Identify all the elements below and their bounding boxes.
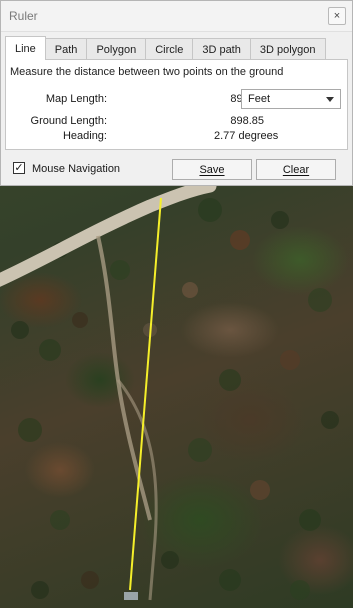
units-dropdown[interactable]: Feet xyxy=(241,89,341,109)
clear-button[interactable]: Clear xyxy=(256,159,336,180)
chevron-down-icon xyxy=(326,96,334,102)
tab-path[interactable]: Path xyxy=(44,38,88,60)
tab-polygon[interactable]: Polygon xyxy=(86,38,147,60)
heading-value: 2.77 degrees xyxy=(214,130,279,142)
tab-circle[interactable]: Circle xyxy=(145,38,194,60)
map-length-row: Map Length: 894.09 Feet xyxy=(6,89,347,109)
map-length-label: Map Length: xyxy=(45,93,107,105)
mouse-navigation-label[interactable]: Mouse Navigation xyxy=(32,163,120,175)
ground-length-value: 898.85 xyxy=(230,115,264,127)
heading-label: Heading: xyxy=(62,130,107,142)
checkmark-icon: ✓ xyxy=(14,161,24,174)
close-icon[interactable]: × xyxy=(328,7,346,25)
tab-line[interactable]: Line xyxy=(5,36,46,60)
mouse-navigation-checkbox[interactable]: ✓ xyxy=(13,162,25,174)
end-marker xyxy=(124,592,138,600)
tab-3d-polygon[interactable]: 3D polygon xyxy=(249,38,326,60)
tab-bar: Line Path Polygon Circle 3D path 3D poly… xyxy=(1,32,352,60)
tree-canopy xyxy=(11,198,339,600)
ground-length-row: Ground Length: 898.85 xyxy=(6,115,347,131)
ruler-dialog: Ruler × Line Path Polygon Circle 3D path… xyxy=(0,0,353,186)
line-panel: Measure the distance between two points … xyxy=(5,59,348,150)
panel-description: Measure the distance between two points … xyxy=(10,66,284,78)
save-button[interactable]: Save xyxy=(172,159,252,180)
heading-row: Heading: 2.77 degrees xyxy=(6,130,347,146)
dialog-footer: ✓ Mouse Navigation Save Clear xyxy=(1,157,352,181)
window-title: Ruler xyxy=(9,9,38,23)
title-bar[interactable]: Ruler × xyxy=(1,1,352,32)
ground-length-label: Ground Length: xyxy=(30,115,107,127)
units-selected: Feet xyxy=(248,93,271,105)
tab-3d-path[interactable]: 3D path xyxy=(192,38,251,60)
